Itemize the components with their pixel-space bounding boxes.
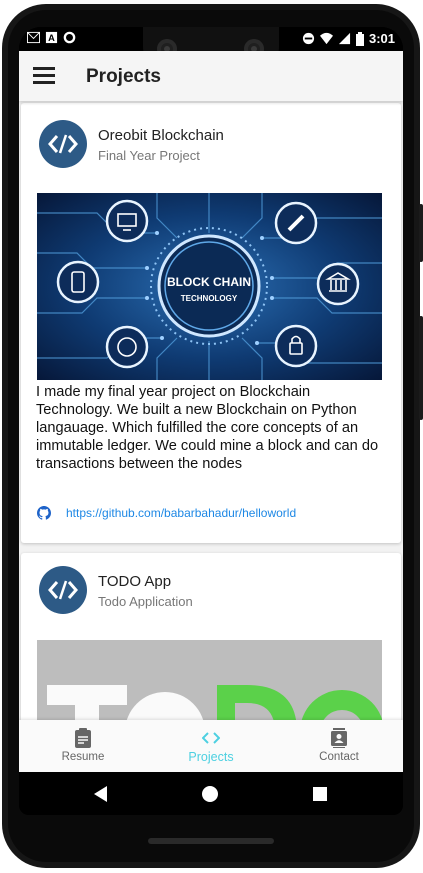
nav-contact-label: Contact [319,751,359,763]
nav-resume-label: Resume [61,751,105,763]
volume-button [419,316,423,420]
image-text-line2: TECHNOLOGY [181,294,238,303]
wifi-icon [319,32,333,45]
recents-icon[interactable] [313,787,327,801]
code-icon [48,580,78,600]
project-description: I made my final year project on Blockcha… [36,384,379,472]
system-navigation-bar [19,772,403,815]
project-title: Oreobit Blockchain [98,127,224,144]
phone-screen: A 3:01 Projects Oreobit Blockchain Final… [19,27,403,815]
signal-icon [338,32,351,45]
do-not-disturb-icon [302,32,315,45]
page-title: Projects [86,66,161,87]
code-avatar [39,120,87,168]
contact-card-icon [331,728,347,748]
back-icon[interactable] [94,786,108,802]
record-icon [63,31,76,44]
image-text-line1: BLOCK CHAIN [167,275,251,289]
speaker-grille [148,838,274,844]
nav-contact[interactable]: Contact [275,720,403,772]
nav-projects-label: Projects [188,750,234,764]
project-card[interactable]: Oreobit Blockchain Final Year Project BL… [21,103,401,543]
project-card[interactable]: TODO App Todo Application [21,553,401,720]
phone-frame: A 3:01 Projects Oreobit Blockchain Final… [2,4,423,868]
bottom-navigation: Resume Projects Contact [19,720,403,772]
code-icon [48,134,78,154]
project-subtitle: Todo Application [98,594,193,609]
blockchain-image: BLOCK CHAIN TECHNOLOGY [37,193,382,380]
app-bar: Projects [19,51,403,101]
nav-projects[interactable]: Projects [147,720,275,772]
project-title: TODO App [98,573,172,590]
status-time: 3:01 [368,31,395,46]
github-link[interactable]: https://github.com/babarbahadur/hellowor… [66,506,296,520]
home-icon[interactable] [202,786,218,802]
nav-resume[interactable]: Resume [19,720,147,772]
project-subtitle: Final Year Project [98,148,200,163]
projects-list[interactable]: Oreobit Blockchain Final Year Project BL… [19,101,403,720]
todo-image [37,640,382,720]
code-icon [202,732,220,744]
code-avatar [39,566,87,614]
menu-icon[interactable] [33,67,55,85]
battery-icon [355,31,364,46]
github-icon [37,506,51,520]
svg-text:A: A [48,33,55,43]
power-button [419,204,423,262]
gmail-icon [27,31,40,44]
clipboard-icon [75,728,91,748]
app-notification-icon: A [45,31,58,43]
